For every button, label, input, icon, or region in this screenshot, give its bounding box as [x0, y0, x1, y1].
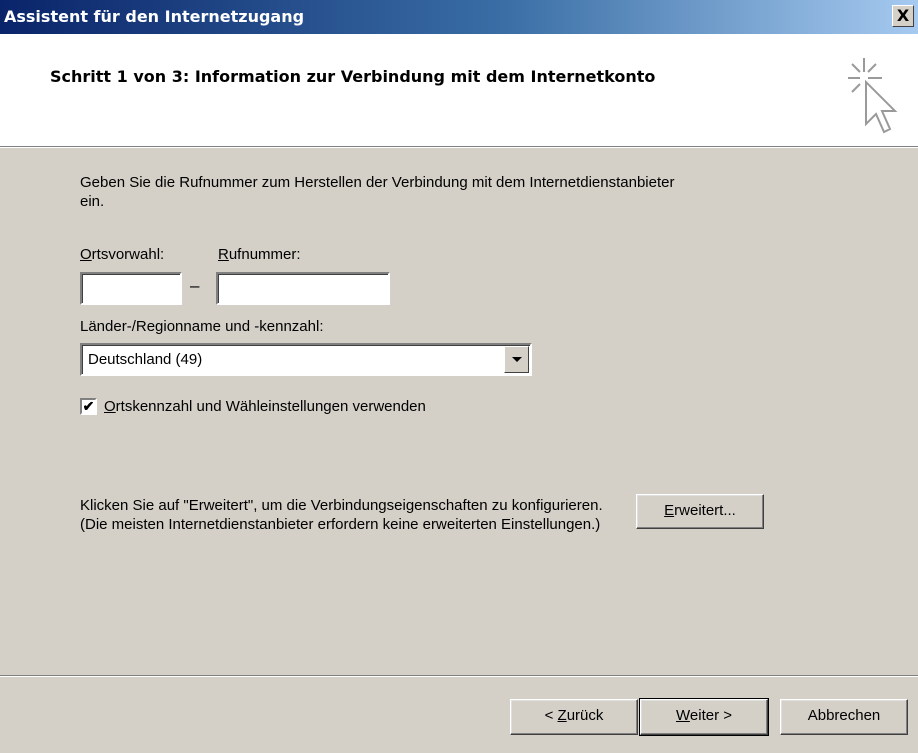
advanced-button-rest: rweitert... — [674, 502, 736, 519]
phone-number-label: Rufnummer: — [218, 245, 301, 264]
next-button[interactable]: Weiter > — [639, 698, 769, 736]
advanced-button-mnemonic: E — [664, 502, 675, 519]
country-label: Länder-/Regionname und -kennzahl: — [80, 318, 324, 335]
chevron-down-icon[interactable] — [504, 346, 529, 373]
advanced-info-text: Klicken Sie auf "Erweitert", um die Verb… — [80, 497, 603, 533]
country-selected-value: Deutschland (49) — [88, 351, 203, 368]
close-button[interactable]: X — [892, 5, 914, 27]
dial-rules-label[interactable]: Ortskennzahl und Wähleinstellungen verwe… — [104, 397, 426, 416]
title-bar[interactable]: Assistent für den Internetzugang X — [0, 0, 918, 34]
advanced-button[interactable]: Erweitert... — [636, 494, 764, 529]
dial-rules-checkbox[interactable]: ✔ — [80, 398, 97, 415]
country-select[interactable]: Deutschland (49) — [80, 343, 532, 376]
header-divider — [0, 146, 918, 148]
window-title: Assistent für den Internetzugang — [4, 7, 305, 26]
close-icon: X — [896, 6, 910, 25]
area-code-label-rest: rtsvorwahl: — [91, 246, 165, 263]
back-button-mnemonic: Z — [557, 707, 567, 724]
next-button-rest: eiter > — [689, 707, 732, 724]
wizard-header: Schritt 1 von 3: Information zur Verbind… — [0, 34, 918, 146]
back-button-prefix: < — [544, 707, 558, 724]
next-button-mnemonic: W — [676, 707, 690, 724]
footer-divider — [0, 675, 918, 677]
phone-number-input[interactable] — [216, 272, 390, 305]
dial-rules-label-rest: rtskennzahl und Wähleinstellungen verwen… — [115, 398, 426, 415]
back-button-rest: urück — [566, 707, 604, 724]
cancel-button[interactable]: Abbrechen — [780, 699, 908, 735]
area-code-label: Ortsvorwahl: — [80, 245, 164, 264]
phone-number-label-rest: ufnummer: — [228, 246, 301, 263]
intro-text: Geben Sie die Rufnummer zum Herstellen d… — [80, 174, 675, 210]
number-separator: – — [190, 276, 200, 295]
dial-rules-label-mnemonic: O — [104, 398, 116, 415]
back-button[interactable]: < Zurück — [510, 699, 638, 735]
wizard-cursor-icon — [848, 58, 898, 134]
area-code-input[interactable] — [80, 272, 182, 305]
wizard-window: Assistent für den Internetzugang X Schri… — [0, 0, 918, 753]
phone-number-label-mnemonic: R — [218, 246, 229, 263]
step-title: Schritt 1 von 3: Information zur Verbind… — [50, 67, 656, 86]
area-code-label-mnemonic: O — [80, 246, 92, 263]
